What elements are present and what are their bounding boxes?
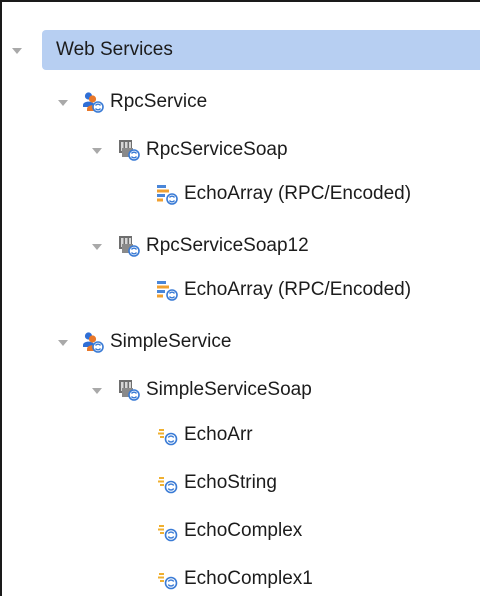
- tree-node-label: EchoComplex: [184, 520, 303, 541]
- operation-icon: [156, 568, 178, 590]
- tree-node-label: SimpleService: [110, 331, 232, 352]
- tree-node-label: RpcService: [110, 91, 208, 112]
- tree-node-label: RpcServiceSoap12: [146, 235, 309, 256]
- tree-node-label: Web Services: [56, 39, 173, 60]
- service-icon: [82, 91, 104, 113]
- tree-node-label: RpcServiceSoap: [146, 139, 288, 160]
- expand-toggle-simpleservice[interactable]: [58, 340, 68, 346]
- expand-toggle-rpcservicesoap12[interactable]: [92, 244, 102, 250]
- tree-node-echoarray-soap[interactable]: EchoArray (RPC/Encoded): [156, 174, 411, 214]
- expand-toggle-rpcservicesoap[interactable]: [92, 148, 102, 154]
- port-icon: [118, 235, 140, 257]
- tree-node-simpleservicesoap[interactable]: SimpleServiceSoap: [118, 370, 312, 410]
- port-icon: [118, 139, 140, 161]
- tree-node-echoarr[interactable]: EchoArr: [156, 415, 253, 455]
- tree-node-echocomplex[interactable]: EchoComplex: [156, 511, 302, 551]
- tree-panel: Web Services RpcService RpcServiceSoap E…: [0, 0, 480, 596]
- tree-node-echocomplex1[interactable]: EchoComplex1: [156, 559, 313, 599]
- tree-node-label: SimpleServiceSoap: [146, 379, 312, 400]
- expand-toggle-simpleservicesoap[interactable]: [92, 388, 102, 394]
- tree-node-web-services[interactable]: Web Services: [42, 30, 480, 70]
- service-icon: [82, 331, 104, 353]
- tree-node-simpleservice[interactable]: SimpleService: [82, 322, 231, 362]
- tree-node-label: EchoComplex1: [184, 568, 313, 589]
- expand-toggle-web-services[interactable]: [12, 48, 22, 54]
- tree-node-rpcservice[interactable]: RpcService: [82, 82, 207, 122]
- tree-node-rpcservicesoap12[interactable]: RpcServiceSoap12: [118, 226, 309, 266]
- operation-icon: [156, 424, 178, 446]
- expand-toggle-rpcservice[interactable]: [58, 100, 68, 106]
- tree-node-label: EchoArray (RPC/Encoded): [184, 279, 412, 300]
- operation-icon: [156, 520, 178, 542]
- operation-icon: [156, 472, 178, 494]
- tree-node-echoarray-soap12[interactable]: EchoArray (RPC/Encoded): [156, 270, 411, 310]
- port-icon: [118, 379, 140, 401]
- tree-node-rpcservicesoap[interactable]: RpcServiceSoap: [118, 130, 288, 170]
- tree-node-label: EchoArr: [184, 424, 253, 445]
- tree-node-label: EchoString: [184, 472, 277, 493]
- rpc-operation-icon: [156, 279, 178, 301]
- rpc-operation-icon: [156, 183, 178, 205]
- tree-node-label: EchoArray (RPC/Encoded): [184, 183, 412, 204]
- tree-node-echostring[interactable]: EchoString: [156, 463, 277, 503]
